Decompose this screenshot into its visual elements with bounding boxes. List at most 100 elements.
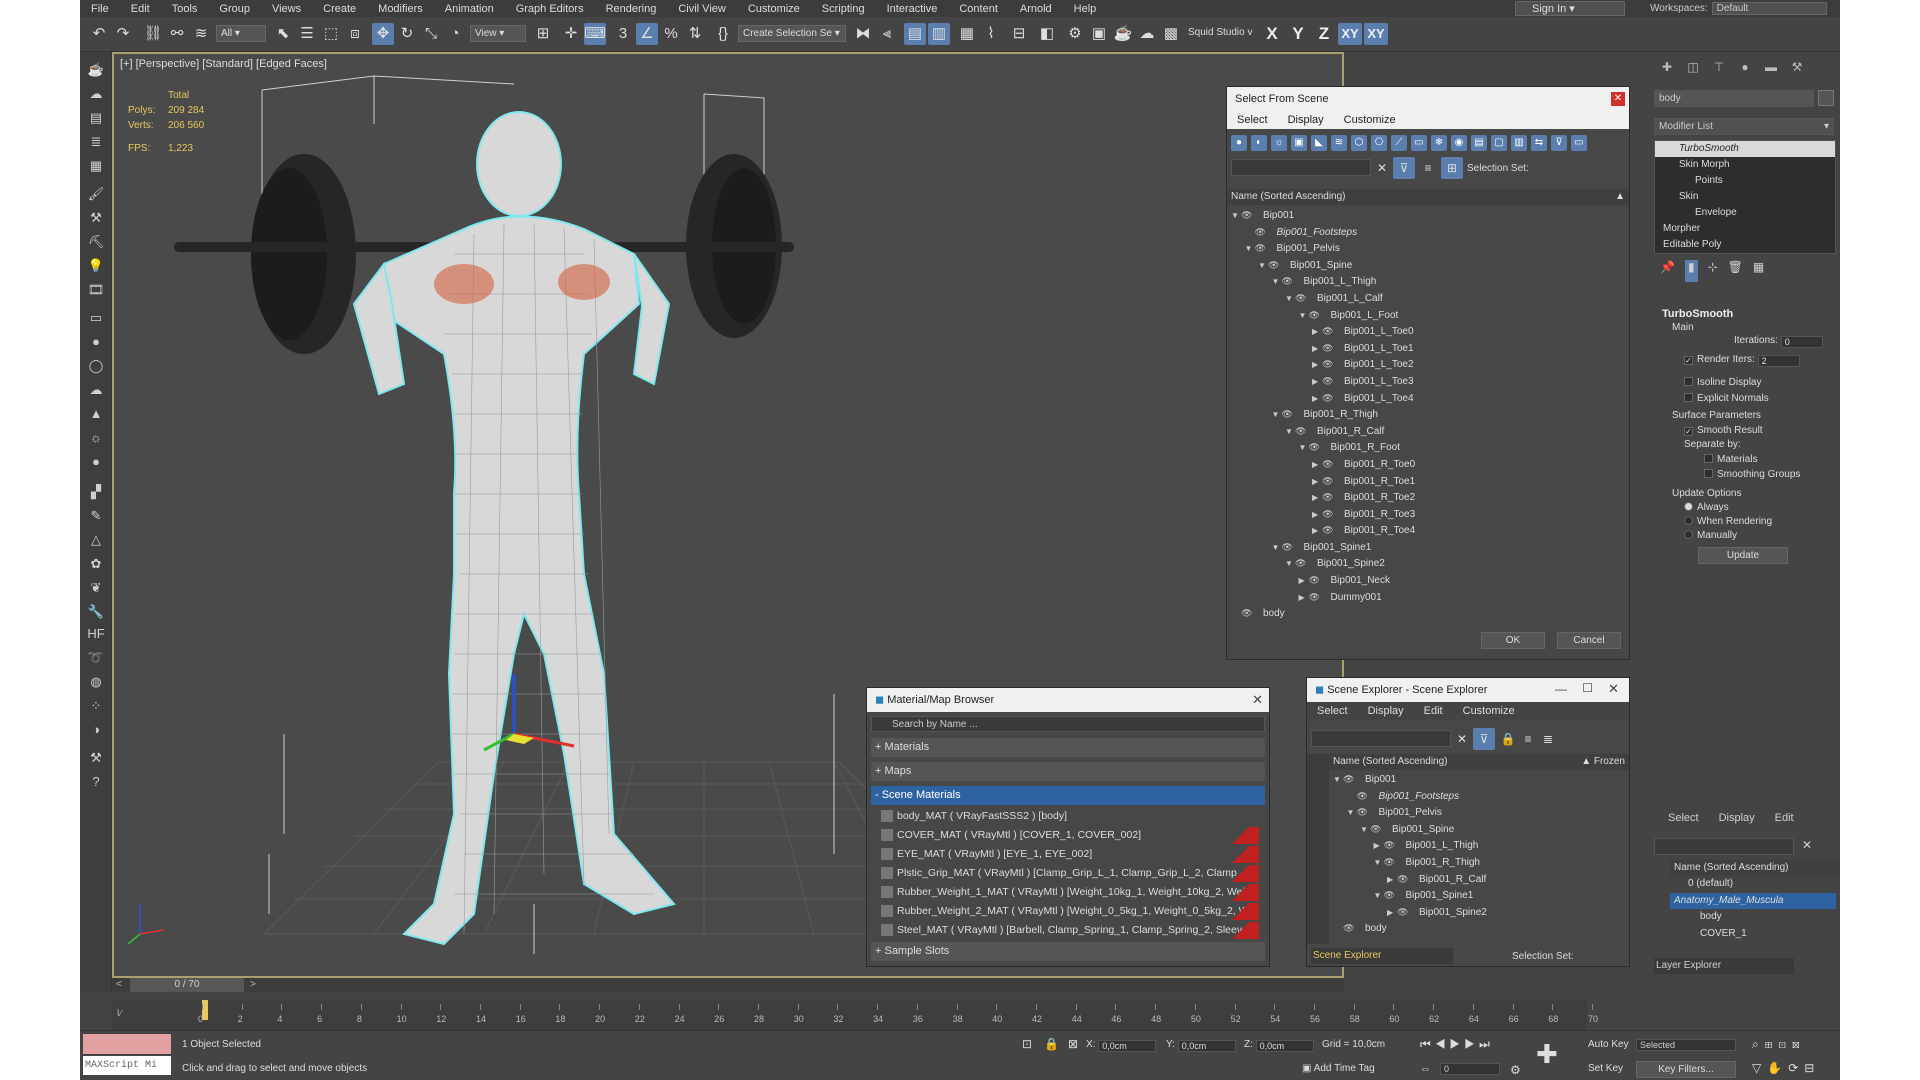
leaf-icon[interactable]: ❦ (86, 578, 106, 598)
tree-row[interactable]: ▼ 👁 Bip001_Spine2 (1227, 555, 1629, 572)
maximize-icon[interactable]: ☐ (1582, 681, 1593, 695)
visibility-eye-icon[interactable]: 👁 (1384, 837, 1406, 854)
expand-arrow-icon[interactable]: ▶ (1312, 507, 1322, 524)
teapot-icon[interactable]: ☕ (86, 60, 106, 80)
visibility-eye-icon[interactable]: 👁 (1357, 788, 1379, 805)
angle-snap-icon[interactable]: ∠ (636, 23, 658, 45)
menu-edit[interactable]: Edit (120, 3, 161, 15)
visibility-eye-icon[interactable]: 👁 (1322, 456, 1344, 473)
tree-row[interactable]: 👁 body (1227, 605, 1629, 622)
collapse-arrow-icon[interactable]: ▼ (1333, 772, 1343, 789)
object-name-input[interactable]: body (1654, 90, 1814, 107)
window-crossing-icon[interactable]: ⧈ (344, 23, 366, 45)
paint-icon[interactable]: 🖌 (86, 184, 106, 204)
key-target-dropdown[interactable]: Selected (1636, 1039, 1736, 1051)
pan-icon[interactable]: ✋ (1767, 1061, 1788, 1075)
motion-tab-icon[interactable]: ● (1736, 58, 1754, 76)
expand-arrow-icon[interactable]: ▶ (1312, 523, 1322, 540)
object-color-swatch[interactable] (1818, 90, 1834, 106)
material-search-input[interactable]: Search by Name ... (871, 716, 1265, 732)
stack-icon[interactable]: ≣ (86, 132, 106, 152)
se-menu-select[interactable]: Select (1307, 705, 1358, 717)
pivot-center-icon[interactable]: ⊞ (532, 23, 554, 45)
modifier-stack-item[interactable]: Morpher (1655, 221, 1835, 237)
materials-checkbox[interactable] (1704, 454, 1713, 463)
pencil-icon[interactable]: ✎ (86, 506, 106, 526)
expand-arrow-icon[interactable]: ▶ (1312, 324, 1322, 341)
bind-spacewarp-icon[interactable]: ≋ (190, 23, 212, 45)
tree-row[interactable]: ▶ 👁 Bip001_L_Thigh (1329, 837, 1629, 854)
folder-icon[interactable]: ▭ (1571, 135, 1587, 151)
axis-xy-button[interactable]: XY (1338, 23, 1362, 45)
visibility-eye-icon[interactable]: 👁 (1397, 904, 1419, 921)
tree-row[interactable]: ▼ 👁 Bip001 (1329, 771, 1629, 788)
collapse-arrow-icon[interactable]: ▼ (1299, 308, 1309, 325)
flower-icon[interactable]: ✿ (86, 554, 106, 574)
axis-x-button[interactable]: X (1260, 23, 1284, 45)
visibility-eye-icon[interactable]: 👁 (1309, 572, 1331, 589)
tree-row[interactable]: ▶ 👁 Bip001_R_Toe1 (1227, 473, 1629, 490)
layer-row[interactable]: Anatomy_Male_Muscula (1670, 892, 1836, 910)
time-slider-track[interactable]: < 0 / 70 > (112, 978, 1344, 992)
layer-menu-edit[interactable]: Edit (1775, 812, 1794, 824)
visibility-eye-icon[interactable]: 👁 (1282, 539, 1304, 556)
invert-display-icon[interactable]: ▥ (1511, 135, 1527, 151)
coord-z-field[interactable]: 0,0cm (1255, 1040, 1314, 1052)
tree-row[interactable]: ▶ 👁 Bip001_L_Toe0 (1227, 323, 1629, 340)
hammer2-icon[interactable]: ⚒ (86, 748, 106, 768)
next-key-icon[interactable]: ▶ (1464, 1037, 1479, 1051)
material-editor-icon[interactable]: ◧ (1036, 23, 1058, 45)
se-explorer-name-dropdown[interactable]: Scene Explorer (1311, 948, 1453, 964)
place-icon[interactable]: ◔ (444, 23, 466, 45)
workspaces-selector[interactable]: Workspaces: Default (1650, 2, 1827, 15)
tree-row[interactable]: ▼ 👁 Bip001_Pelvis (1329, 804, 1629, 821)
sfs-menu-customize[interactable]: Customize (1334, 114, 1406, 126)
se-menu-customize[interactable]: Customize (1453, 705, 1525, 717)
sync-icon[interactable]: ⇆ (1531, 135, 1547, 151)
expand-arrow-icon[interactable]: ▶ (1387, 872, 1397, 889)
visibility-eye-icon[interactable]: 👁 (1343, 920, 1365, 937)
visibility-eye-icon[interactable]: 👁 (1322, 373, 1344, 390)
layer-row[interactable]: body (1670, 909, 1836, 926)
visibility-eye-icon[interactable]: 👁 (1309, 589, 1331, 606)
trackbar[interactable]: ⌇∕ 0 2 4 6 8 10 12 14 16 18 20 22 24 26 28 30 32 34 36 38 40… (112, 1000, 1598, 1030)
cancel-button[interactable]: Cancel (1557, 632, 1621, 649)
schematic-view-icon[interactable]: ⊟ (1008, 23, 1030, 45)
dots-icon[interactable]: ⁘ (86, 696, 106, 716)
modify-tab-icon[interactable]: ◫ (1684, 58, 1702, 76)
coord-x-field[interactable]: 0,0cm (1098, 1040, 1157, 1052)
menu-file[interactable]: File (80, 3, 120, 15)
tree-row[interactable]: ▼ 👁 Bip001_Spine1 (1227, 539, 1629, 556)
pyramid-icon[interactable]: △ (86, 530, 106, 550)
absolute-mode-icon[interactable]: ⊠ (1068, 1037, 1078, 1051)
lasso-icon[interactable]: ➰ (86, 648, 106, 668)
rect-selection-icon[interactable]: ⬚ (320, 23, 342, 45)
workspaces-value[interactable]: Default (1711, 2, 1827, 15)
display-tab-icon[interactable]: ▬ (1762, 58, 1780, 76)
visibility-eye-icon[interactable]: 👁 (1397, 871, 1419, 888)
zoom-extents-all-icon[interactable]: ⊠ (1792, 1037, 1806, 1051)
squid-studio-dropdown[interactable]: Squid Studio v (1184, 25, 1252, 42)
material-item[interactable]: body_MAT ( VRayFastSSS2 ) [body] (881, 808, 1259, 825)
visibility-eye-icon[interactable]: 👁 (1295, 555, 1317, 572)
grid-icon[interactable]: ▩ (1160, 23, 1182, 45)
shape-filter-icon[interactable]: ◐ (1251, 135, 1267, 151)
rotate-icon[interactable]: ↻ (396, 23, 418, 45)
tree-row[interactable]: ▶ 👁 Bip001_Spine2 (1329, 904, 1629, 921)
sfs-column-header[interactable]: Name (Sorted Ascending) ▲ (1227, 189, 1629, 205)
grid-icon[interactable]: ▦ (86, 156, 106, 176)
orbit-icon[interactable]: ⟳ (1788, 1061, 1804, 1075)
visibility-eye-icon[interactable]: 👁 (1357, 804, 1379, 821)
visibility-eye-icon[interactable]: 👁 (1322, 340, 1344, 357)
make-unique-icon[interactable]: ⊹ (1708, 260, 1718, 282)
menu-interactive[interactable]: Interactive (876, 3, 949, 15)
select-manipulate-icon[interactable]: ✛ (560, 23, 582, 45)
expand-icon[interactable]: ≡ (1517, 728, 1539, 750)
tree-row[interactable]: ▼ 👁 Bip001_R_Thigh (1329, 854, 1629, 871)
wrench-icon[interactable]: 🔧 (86, 602, 106, 622)
expand-arrow-icon[interactable]: ▶ (1299, 590, 1309, 607)
collapse-arrow-icon[interactable]: ▼ (1272, 407, 1282, 424)
visibility-eye-icon[interactable]: 👁 (1268, 257, 1290, 274)
update-button[interactable]: Update (1698, 547, 1788, 564)
rendered-frame-icon[interactable]: ▣ (1088, 23, 1110, 45)
